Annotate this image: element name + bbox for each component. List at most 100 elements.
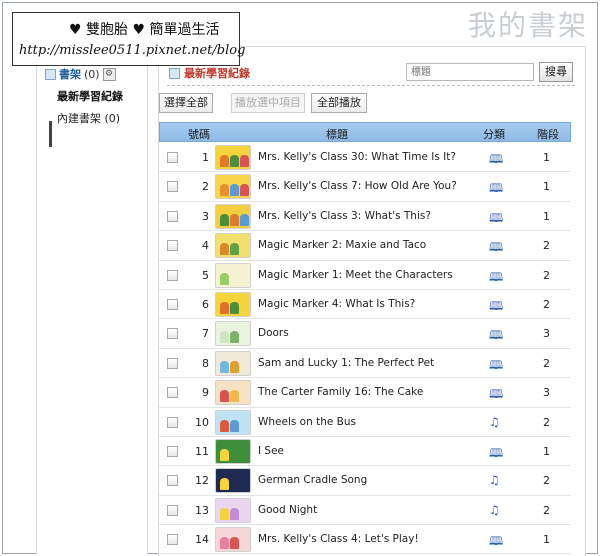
thumbnail-figure	[230, 184, 239, 197]
row-title-link[interactable]: Sam and Lucky 1: The Perfect Pet	[258, 357, 434, 369]
book-icon: 🕮	[489, 152, 504, 166]
row-checkbox[interactable]	[167, 152, 178, 163]
table-row[interactable]: 4 Magic Marker 2: Maxie and Taco 🕮 2	[159, 231, 571, 261]
row-checkbox[interactable]	[167, 328, 178, 340]
col-title[interactable]: 標題	[326, 126, 348, 142]
row-checkbox[interactable]	[167, 181, 178, 193]
row-number: 12	[195, 474, 209, 488]
thumbnail-figure	[230, 537, 239, 550]
table-row[interactable]: 7 Doors 🕮 3	[159, 319, 571, 349]
row-title-link[interactable]: The Carter Family 16: The Cake	[258, 386, 423, 398]
table-row[interactable]: 6 Magic Marker 4: What Is This? 🕮 2	[159, 290, 571, 320]
row-checkbox[interactable]	[167, 445, 178, 457]
row-stage: 3	[543, 327, 550, 341]
row-title-link[interactable]: Mrs. Kelly's Class 7: How Old Are You?	[258, 180, 457, 192]
row-checkbox[interactable]	[167, 240, 178, 252]
row-thumbnail[interactable]	[215, 145, 251, 170]
blog-watermark-box: ♥ 雙胞胎 ♥ 簡單過生活 http://misslee0511.pixnet.…	[12, 12, 245, 66]
sidebar-title[interactable]: 書架	[59, 66, 81, 82]
gear-icon[interactable]: ⚙	[102, 67, 116, 81]
table-row[interactable]: 14 Mrs. Kelly's Class 4: Let's Play! 🕮 1	[159, 525, 571, 555]
sidebar-header: 書架 (0) ⚙	[45, 66, 116, 82]
row-thumbnail[interactable]	[215, 409, 251, 435]
thumbnail-figure	[220, 419, 229, 432]
sidebar-item-builtin-shelf[interactable]: 內建書架 (0)	[57, 110, 120, 126]
row-title-link[interactable]: Magic Marker 4: What Is This?	[258, 298, 415, 310]
row-thumbnail[interactable]	[215, 174, 251, 200]
play-selected-button[interactable]: 播放選中項目	[231, 93, 305, 113]
row-number: 11	[195, 444, 209, 458]
thumbnail-figure	[240, 184, 249, 197]
divider	[167, 85, 575, 86]
select-all-button[interactable]: 選擇全部	[159, 93, 213, 113]
thumbnail-figure	[220, 390, 229, 403]
row-checkbox[interactable]	[167, 504, 178, 516]
table-row[interactable]: 8 Sam and Lucky 1: The Perfect Pet 🕮 2	[159, 349, 571, 379]
row-stage: 2	[543, 474, 550, 488]
thumbnail-figure	[230, 243, 239, 256]
table-row[interactable]: 13 Good Night ♫ 2	[159, 496, 571, 526]
book-icon: 🕮	[489, 298, 504, 313]
table-row[interactable]: 11 I See 🕮 1	[159, 437, 571, 467]
row-title-link[interactable]: I See	[258, 445, 284, 457]
row-thumbnail[interactable]	[215, 497, 251, 523]
row-checkbox[interactable]	[167, 534, 178, 546]
search-input[interactable]	[406, 63, 534, 81]
music-note-icon: ♫	[489, 473, 500, 488]
book-icon: 🕮	[489, 534, 504, 549]
table-row[interactable]: 12 German Cradle Song ♫ 2	[159, 466, 571, 496]
row-title-link[interactable]: Mrs. Kelly's Class 30: What Time Is It?	[258, 151, 456, 163]
row-thumbnail[interactable]	[215, 203, 251, 229]
table-row[interactable]: 9 The Carter Family 16: The Cake 🕮 3	[159, 378, 571, 408]
row-checkbox[interactable]	[167, 475, 178, 487]
thumbnail-figure	[220, 537, 229, 550]
thumbnail-figure	[230, 360, 239, 373]
row-thumbnail[interactable]	[215, 468, 251, 494]
row-stage: 1	[543, 151, 550, 164]
row-number: 7	[202, 327, 209, 341]
book-icon: 🕮	[489, 328, 504, 343]
table-row[interactable]: 3 Mrs. Kelly's Class 3: What's This? 🕮 1	[159, 202, 571, 232]
book-icon: 🕮	[489, 240, 504, 255]
col-stage[interactable]: 階段	[537, 126, 559, 142]
row-title-link[interactable]: Doors	[258, 327, 289, 339]
thumbnail-figure	[220, 360, 229, 373]
sidebar-item-recent[interactable]: 最新學習紀錄	[57, 88, 123, 104]
row-checkbox[interactable]	[167, 387, 178, 399]
table-row[interactable]: 2 Mrs. Kelly's Class 7: How Old Are You? 🕮…	[159, 172, 571, 202]
row-title-link[interactable]: Mrs. Kelly's Class 4: Let's Play!	[258, 533, 419, 545]
row-checkbox[interactable]	[167, 298, 178, 310]
search-button[interactable]: 搜尋	[539, 62, 573, 82]
row-thumbnail[interactable]	[215, 527, 251, 553]
row-thumbnail[interactable]	[215, 321, 251, 347]
row-thumbnail[interactable]	[215, 262, 251, 288]
row-title-link[interactable]: Good Night	[258, 504, 317, 516]
row-checkbox[interactable]	[167, 416, 178, 428]
thumbnail-figure	[230, 331, 239, 344]
row-title-link[interactable]: Magic Marker 2: Maxie and Taco	[258, 239, 426, 251]
row-thumbnail[interactable]	[215, 438, 251, 464]
blog-name: ♥ 雙胞胎 ♥ 簡單過生活	[69, 22, 220, 38]
row-thumbnail[interactable]	[215, 380, 251, 406]
row-number: 2	[202, 180, 209, 194]
row-thumbnail[interactable]	[215, 291, 251, 317]
row-thumbnail[interactable]	[215, 233, 251, 259]
row-title-link[interactable]: Magic Marker 1: Meet the Characters	[258, 269, 453, 281]
play-all-button[interactable]: 全部播放	[311, 93, 367, 113]
col-category[interactable]: 分類	[483, 126, 505, 142]
row-checkbox[interactable]	[167, 269, 178, 281]
thumbnail-figure	[220, 301, 229, 314]
row-title-link[interactable]: Mrs. Kelly's Class 3: What's This?	[258, 210, 431, 222]
table-row[interactable]: 10 Wheels on the Bus ♫ 2	[159, 408, 571, 437]
row-thumbnail[interactable]	[215, 350, 251, 376]
row-title-link[interactable]: Wheels on the Bus	[258, 416, 356, 428]
thumbnail-figure	[220, 184, 229, 197]
col-number[interactable]: 號碼	[188, 126, 210, 142]
table-row[interactable]: 5 Magic Marker 1: Meet the Characters 🕮 2	[159, 261, 571, 290]
row-title-link[interactable]: German Cradle Song	[258, 474, 367, 486]
table-row[interactable]: 1 Mrs. Kelly's Class 30: What Time Is It?…	[159, 143, 571, 173]
thumbnail-figure	[220, 272, 229, 285]
row-checkbox[interactable]	[167, 210, 178, 222]
row-number: 10	[195, 415, 209, 429]
row-checkbox[interactable]	[167, 357, 178, 369]
